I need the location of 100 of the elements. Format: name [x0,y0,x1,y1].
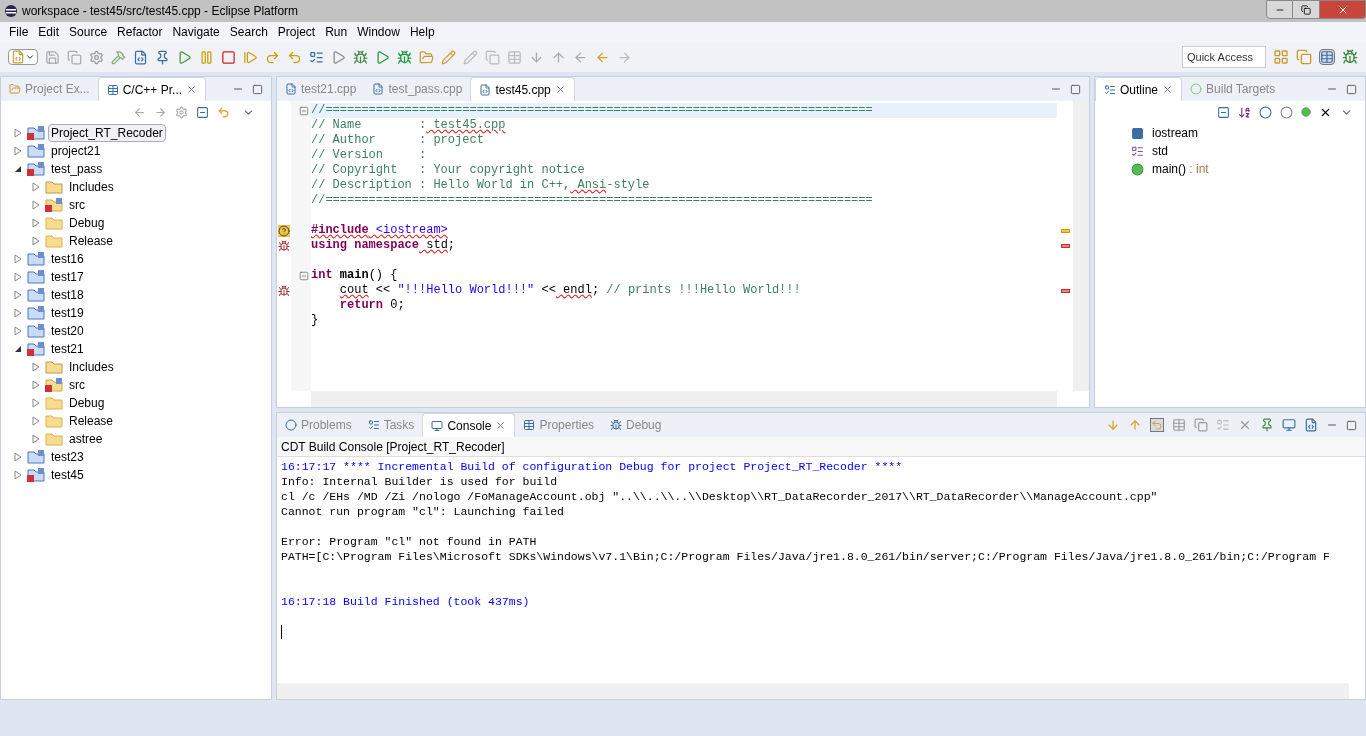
tree-item[interactable]: test23 [48,448,87,466]
collapsed-arrow-icon[interactable] [13,128,23,138]
collapsed-arrow-icon[interactable] [13,452,23,462]
arrow-right-icon[interactable] [617,49,632,65]
maximize-icon[interactable] [1346,83,1357,95]
outline-item[interactable]: main() : int [1152,160,1209,178]
play-icon[interactable] [375,49,390,65]
tree-item[interactable]: project21 [48,142,104,160]
list-icon[interactable] [309,49,324,65]
tree-item[interactable]: Release [66,232,117,250]
collapsed-arrow-icon[interactable] [13,308,23,318]
pause-icon[interactable] [199,49,214,65]
view-tab[interactable]: test45.cpp [470,77,575,101]
scroll-lock-icon[interactable] [1150,418,1164,432]
step-icon[interactable] [243,49,258,65]
fold-icon[interactable] [299,105,309,116]
maximize-icon[interactable] [252,83,263,95]
collapse-icon[interactable] [1217,105,1230,119]
menu-item[interactable]: Edit [33,23,65,41]
hammer-icon[interactable] [111,49,126,65]
pencil-icon[interactable] [441,49,456,65]
back-icon[interactable] [133,105,146,119]
save-all-icon[interactable] [67,49,82,65]
quick-access-field[interactable]: Quick Access [1182,46,1266,68]
collapsed-arrow-icon[interactable] [31,380,41,390]
menu-item[interactable]: Help [404,23,440,41]
collapsed-arrow-icon[interactable] [31,362,41,372]
collapsed-arrow-icon[interactable] [13,146,23,156]
bug-icon[interactable] [1342,49,1358,65]
collapsed-arrow-icon[interactable] [13,326,23,336]
maximize-icon[interactable] [1070,83,1081,95]
forward-icon[interactable] [154,105,167,119]
menu-item[interactable]: File [4,23,34,41]
menu-item[interactable]: Run [320,23,353,41]
perspective-icon[interactable] [1273,49,1289,65]
table-icon[interactable] [1172,418,1186,432]
clear-icon[interactable] [1238,418,1252,432]
tree-item[interactable]: src [66,196,88,214]
perspective-icon[interactable] [1296,49,1312,65]
perspective-icon[interactable] [1319,49,1335,65]
minimize-button[interactable] [1266,0,1293,19]
menu-item[interactable]: Project [272,23,321,41]
pin-icon[interactable] [155,49,170,65]
tree-item[interactable]: astree [66,430,106,448]
copy-icon[interactable] [1194,418,1208,432]
restore-button[interactable] [1293,0,1320,19]
tree-item[interactable]: test21 [48,340,87,358]
table-icon[interactable] [507,49,522,65]
tree-item[interactable]: Release [66,412,117,430]
collapsed-arrow-icon[interactable] [13,470,23,480]
expanded-arrow-icon[interactable] [13,164,23,174]
tree-item[interactable]: test16 [48,250,87,268]
tree-item[interactable]: test17 [48,268,87,286]
collapsed-arrow-icon[interactable] [31,236,41,246]
maximize-icon[interactable] [1346,419,1357,431]
arrow-down-icon[interactable] [529,49,544,65]
tree-item[interactable]: Debug [66,214,108,232]
collapsed-arrow-icon[interactable] [13,272,23,282]
new-button[interactable] [8,49,38,65]
collapsed-arrow-icon[interactable] [13,290,23,300]
close-icon[interactable] [495,420,507,431]
tree-item[interactable]: Debug [66,394,108,412]
collapsed-arrow-icon[interactable] [31,182,41,192]
outline-item[interactable]: std [1152,142,1168,160]
gear-icon[interactable] [175,105,188,119]
play-icon[interactable] [177,49,192,65]
menu-item[interactable]: Source [64,23,113,41]
monitor-icon[interactable] [1282,418,1296,432]
link-icon[interactable] [217,105,230,119]
close-icon[interactable] [554,84,566,95]
tree-item[interactable]: test20 [48,322,87,340]
tree-item[interactable]: test19 [48,304,87,322]
collapsed-arrow-icon[interactable] [31,218,41,228]
collapse-icon[interactable] [196,105,209,119]
collapsed-arrow-icon[interactable] [31,398,41,408]
tree-item[interactable]: test18 [48,286,87,304]
outline-item[interactable]: iostream [1152,124,1198,142]
menu-item[interactable]: Refactor [112,23,168,41]
collapsed-arrow-icon[interactable] [13,254,23,264]
undo-icon[interactable] [287,49,302,65]
copy-icon[interactable] [485,49,500,65]
redo-icon[interactable] [265,49,280,65]
collapsed-arrow-icon[interactable] [31,434,41,444]
folder-icon[interactable] [419,49,434,65]
pin-icon[interactable] [1260,418,1274,432]
arrow-down-icon[interactable] [1106,418,1120,432]
pencil-icon[interactable] [463,49,478,65]
sort-icon[interactable] [1238,105,1251,119]
stop-icon[interactable] [221,49,236,65]
view-tab[interactable]: Console [422,413,516,437]
fold-icon[interactable] [299,270,309,281]
view-tab[interactable]: Outline [1095,77,1183,101]
close-icon[interactable] [1162,84,1174,95]
tree-item[interactable]: test45 [48,466,87,484]
menu-item[interactable]: Window [352,23,405,41]
collapsed-arrow-icon[interactable] [31,416,41,426]
close-icon[interactable] [186,84,198,95]
arrow-up-icon[interactable] [1128,418,1142,432]
play-icon[interactable] [331,49,346,65]
dot-icon[interactable] [1301,107,1311,117]
